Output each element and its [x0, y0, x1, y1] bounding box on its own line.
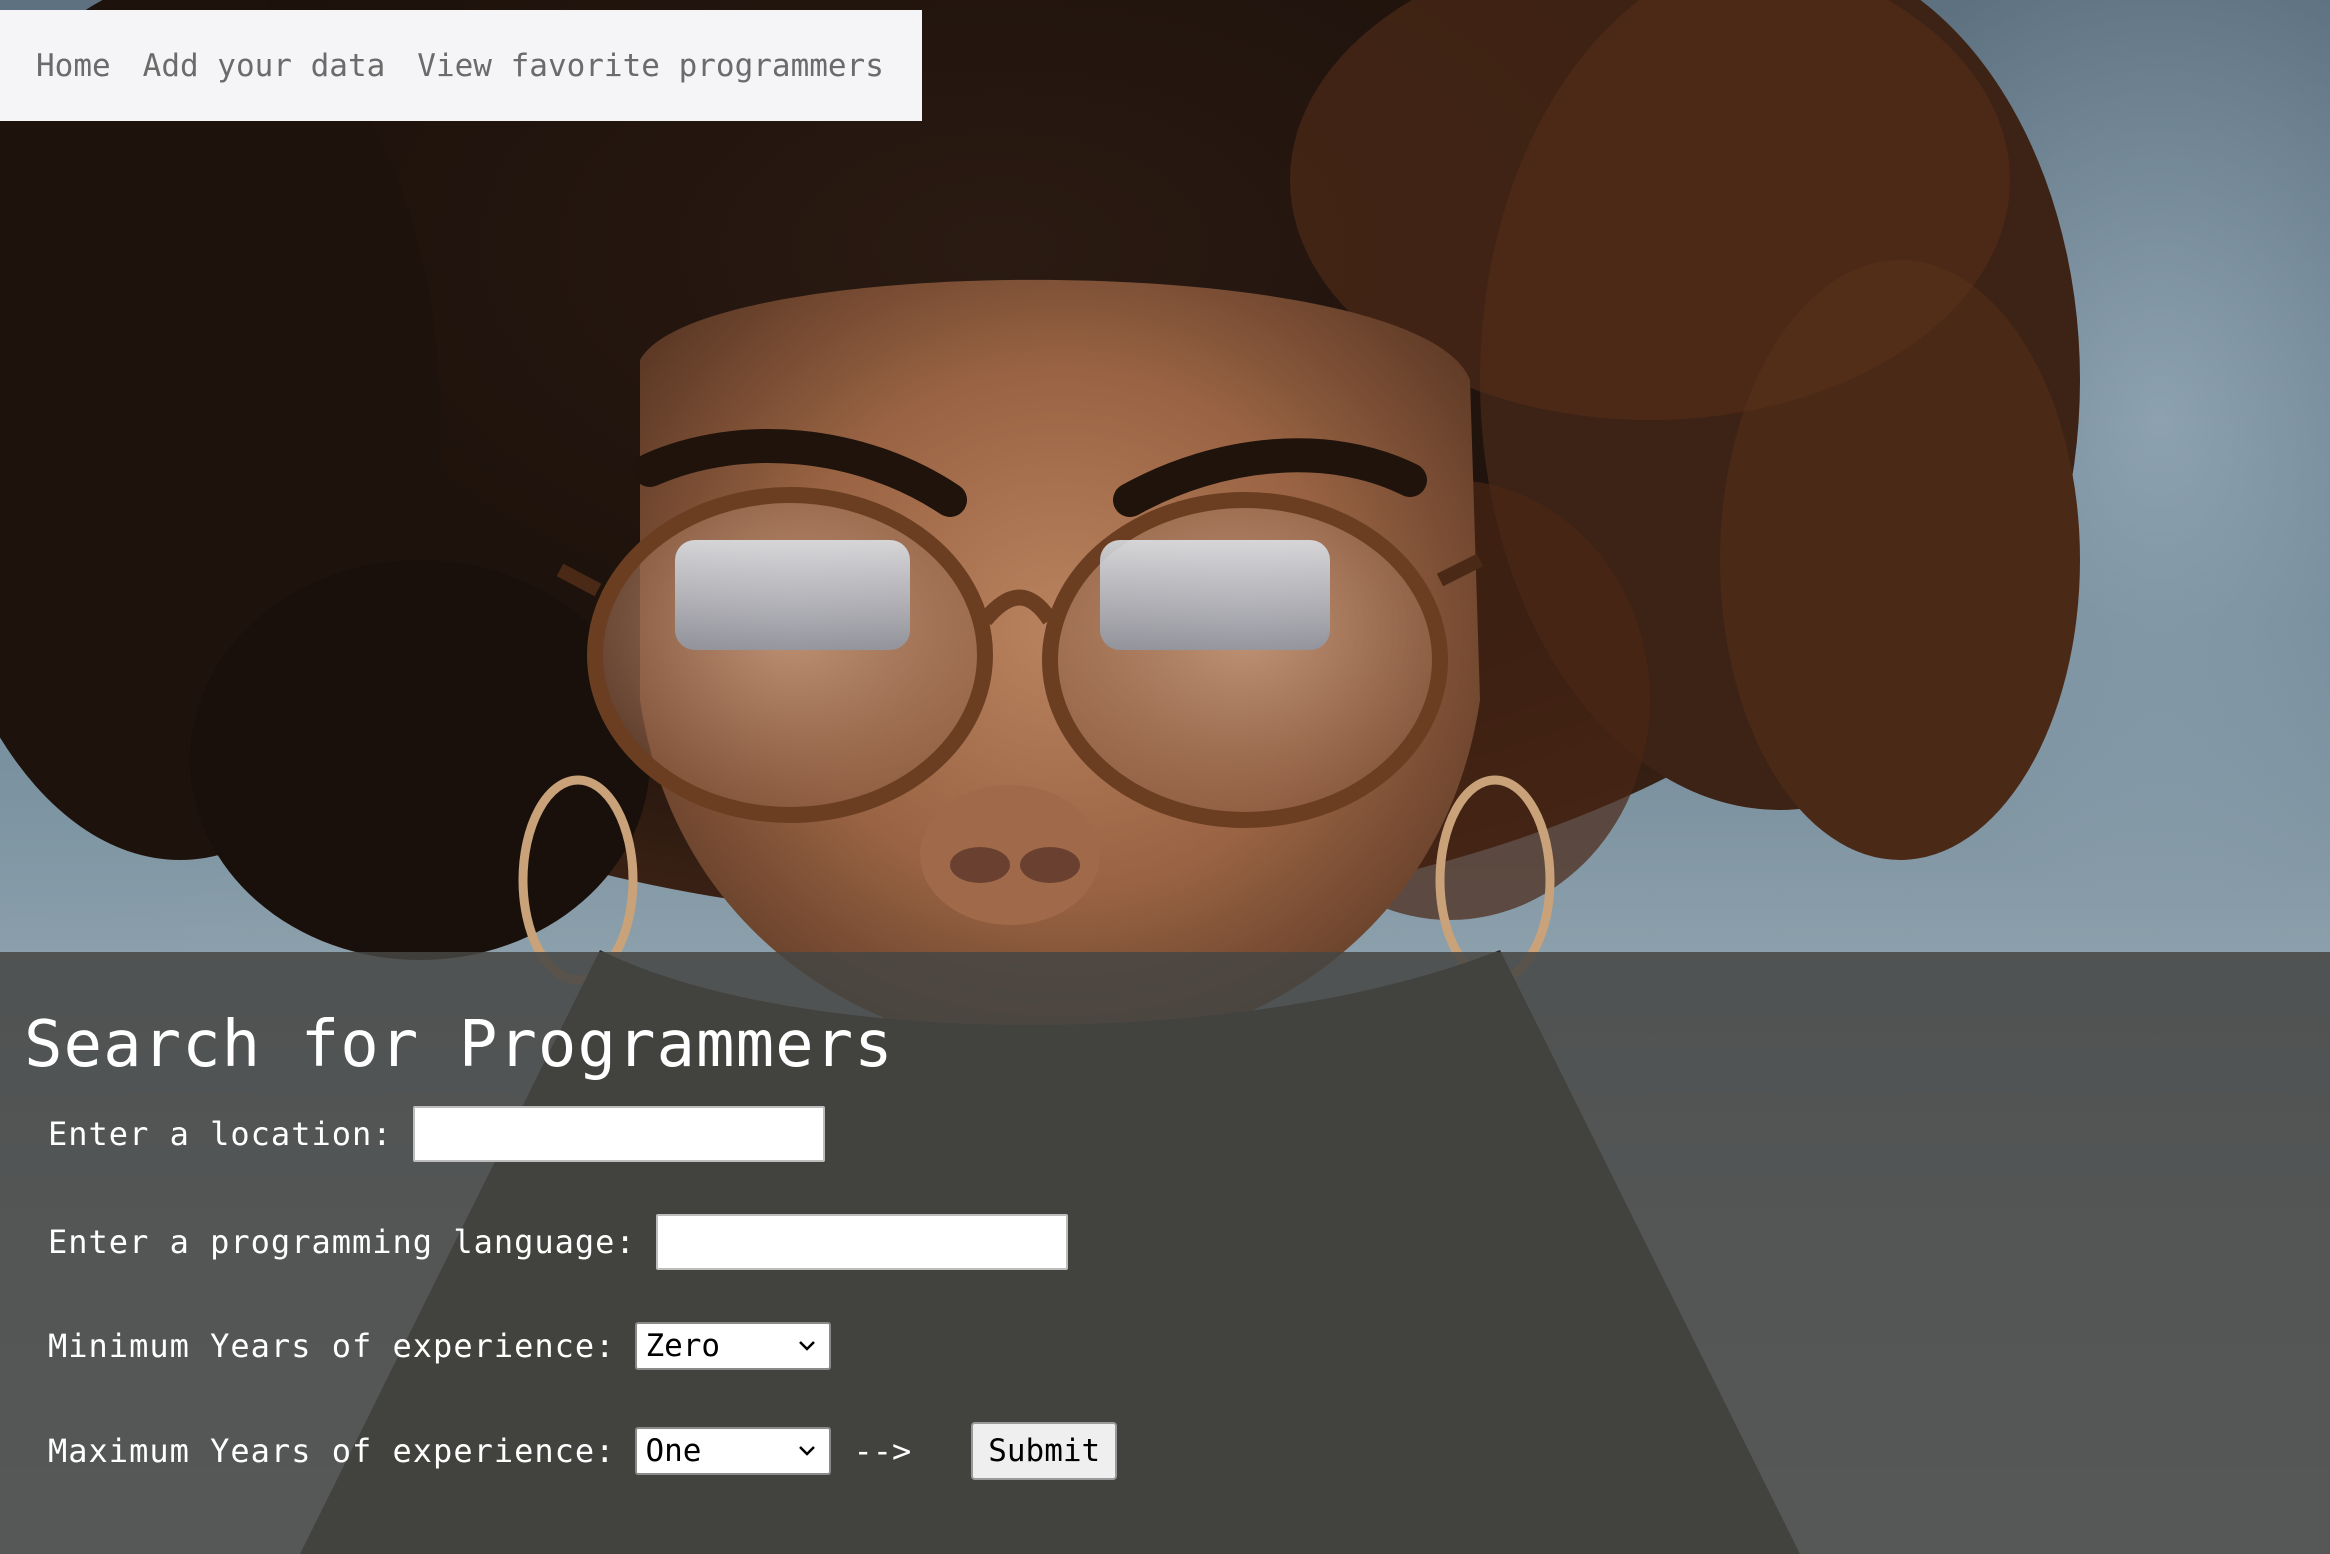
submit-button[interactable]: Submit [971, 1422, 1118, 1480]
top-nav: Home Add your data View favorite program… [0, 10, 922, 121]
language-label: Enter a programming language: [48, 1223, 636, 1261]
search-title: Search for Programmers [24, 1008, 894, 1082]
language-row: Enter a programming language: [48, 1214, 1068, 1270]
max-experience-row: Maximum Years of experience: One --> Sub… [48, 1422, 1118, 1480]
nav-link-add-your-data[interactable]: Add your data [143, 48, 386, 84]
nav-link-home[interactable]: Home [36, 48, 111, 84]
max-experience-value: One [645, 1433, 702, 1469]
chevron-down-icon [799, 1446, 816, 1456]
chevron-down-icon [799, 1341, 816, 1351]
min-experience-value: Zero [645, 1328, 721, 1364]
location-input[interactable] [412, 1106, 825, 1162]
page: Home Add your data View favorite program… [0, 0, 2330, 1554]
nav-link-view-favorite-programmers[interactable]: View favorite programmers [417, 48, 884, 84]
arrow-text: --> [853, 1432, 912, 1470]
min-experience-row: Minimum Years of experience: Zero [48, 1322, 832, 1370]
max-experience-label: Maximum Years of experience: [48, 1432, 616, 1470]
language-input[interactable] [655, 1214, 1068, 1270]
location-label: Enter a location: [48, 1115, 393, 1153]
max-experience-select[interactable]: One [635, 1427, 832, 1475]
min-experience-select[interactable]: Zero [635, 1322, 832, 1370]
location-row: Enter a location: [48, 1106, 825, 1162]
min-experience-label: Minimum Years of experience: [48, 1327, 616, 1365]
